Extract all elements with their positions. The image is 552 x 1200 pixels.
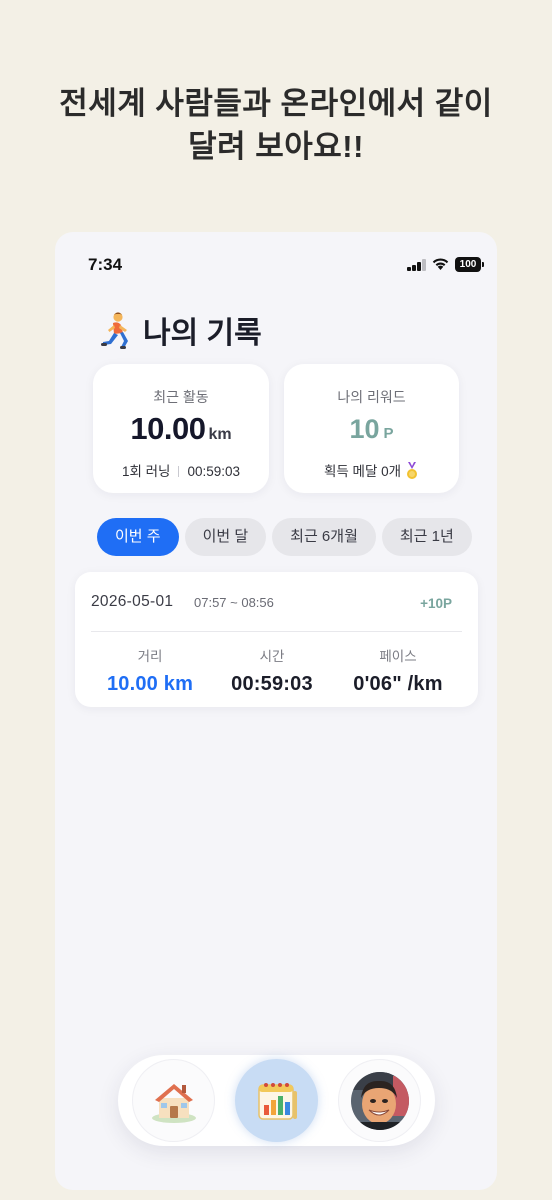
reward-points-value: 10 [349,414,380,444]
record-date: 2026-05-01 [91,593,174,610]
nav-records-button[interactable] [235,1059,318,1142]
record-points: +10P [420,596,452,611]
distance-unit: km [208,426,232,443]
divider [178,466,180,477]
page-header: 나의 기록 [99,310,262,350]
page-title: 나의 기록 [143,317,262,350]
recent-activity-distance: 10.00 km [93,411,269,447]
record-time: 시간 00:59:03 [213,645,331,696]
phone-screen: 7:34 100 나의 기록 최근 활동 10.00 km 1회 러닝 00:5… [55,232,497,1190]
divider [91,631,462,632]
nav-profile-button[interactable] [338,1059,421,1142]
medal-summary: 획득 메달 0개 [284,460,459,480]
avatar [350,1071,409,1130]
run-record-card[interactable]: 2026-05-01 07:57 ~ 08:56 +10P 거리 10.00 k… [75,572,478,707]
promo-headline: 전세계 사람들과 온라인에서 같이 달려 보아요!! [0,82,552,168]
calendar-chart-icon [257,1082,297,1120]
wifi-icon [432,258,449,270]
record-distance: 거리 10.00 km [91,645,209,696]
run-count: 1회 러닝 [121,464,171,479]
battery-icon: 100 [455,257,484,272]
tab-this-month[interactable]: 이번 달 [184,518,267,556]
my-reward-label: 나의 리워드 [337,389,406,405]
record-pace: 페이스 0'06" /km [334,645,462,696]
status-bar: 7:34 100 [55,232,497,294]
my-reward-card[interactable]: 나의 리워드 10 P 획득 메달 0개 [284,364,459,493]
recent-activity-card[interactable]: 최근 활동 10.00 km 1회 러닝 00:59:03 [93,364,269,493]
recent-activity-label: 최근 활동 [153,389,209,405]
promo-line-1: 전세계 사람들과 온라인에서 같이 [59,86,493,121]
pace-value: 0'06" /km [353,673,443,695]
run-duration: 00:59:03 [187,464,241,479]
pace-label: 페이스 [379,649,417,664]
bottom-nav [118,1055,435,1146]
distance-value: 10.00 [130,411,206,446]
house-icon [151,1083,196,1123]
time-value: 00:59:03 [231,673,313,695]
record-time-range: 07:57 ~ 08:56 [194,595,274,610]
tab-last-6-months[interactable]: 최근 6개월 [272,518,376,556]
distance-value: 10.00 km [106,673,194,695]
tab-this-week[interactable]: 이번 주 [97,518,179,556]
medal-count: 획득 메달 0개 [323,464,402,479]
cellular-signal-icon [407,259,427,271]
time-label: 시간 [259,649,285,664]
runner-icon [101,312,128,349]
medal-icon [407,462,418,479]
reward-points-unit: P [383,425,394,442]
promo-line-2: 달려 보아요!! [188,129,364,164]
recent-activity-summary: 1회 러닝 00:59:03 [93,460,269,480]
period-tabs: 이번 주 이번 달 최근 6개월 최근 1년 [97,518,479,556]
nav-home-button[interactable] [132,1059,215,1142]
distance-label: 거리 [137,649,163,664]
status-time: 7:34 [88,255,123,274]
reward-points: 10 P [284,414,459,445]
tab-last-1-year[interactable]: 최근 1년 [381,518,472,556]
